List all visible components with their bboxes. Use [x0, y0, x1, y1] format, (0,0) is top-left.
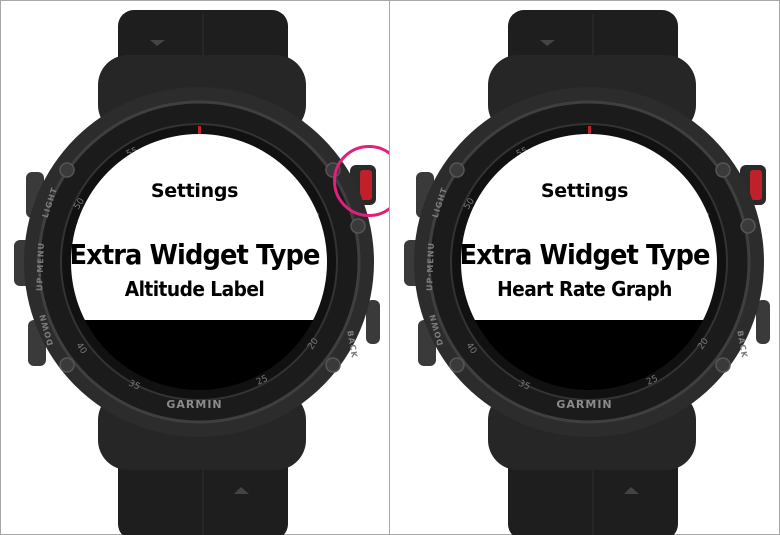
watch-panel-left: 05 55 10 50 20 40 25 35 Settings Extra W…: [0, 0, 389, 535]
setting-value[interactable]: Altitude Label: [14, 277, 376, 301]
garmin-logo: GARMIN: [556, 398, 613, 411]
setting-value[interactable]: Heart Rate Graph: [404, 277, 766, 301]
garmin-logo: GARMIN: [166, 398, 223, 411]
setting-title: Extra Widget Type: [69, 238, 320, 271]
up-menu-label: UP·MENU: [35, 241, 46, 292]
up-menu-label: UP·MENU: [425, 241, 436, 292]
setting-title: Extra Widget Type: [459, 238, 710, 271]
watch-panel-right: 05 55 10 50 20 40 25 35 Settings Extra W…: [390, 0, 779, 535]
